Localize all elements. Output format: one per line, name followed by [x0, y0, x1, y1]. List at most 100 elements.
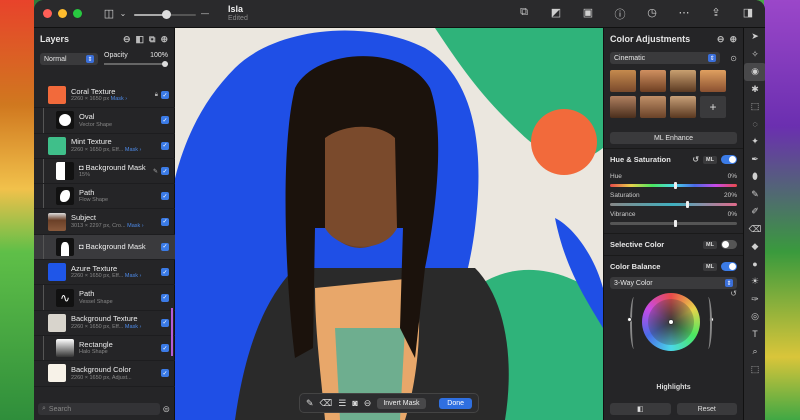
layer-path-vessel[interactable]: ∿ Path Vessel Shape ✓	[34, 285, 175, 311]
compare-button[interactable]: ◧	[610, 403, 671, 415]
vector-tool-icon[interactable]: ✑	[744, 291, 765, 309]
preset-thumb[interactable]	[700, 70, 726, 92]
chevron-down-icon[interactable]: ⌄	[118, 9, 128, 18]
ml-badge[interactable]: ML	[703, 240, 717, 249]
brush-tool-icon[interactable]: ✎	[744, 186, 765, 204]
layer-background-color[interactable]: Background Color 2260 × 1650 px, Adjust..…	[34, 361, 175, 387]
mask-link[interactable]: Mask ›	[125, 273, 142, 279]
add-preset-button[interactable]: +	[700, 96, 726, 118]
mask-link[interactable]: Mask ›	[125, 147, 142, 153]
zoom-tool-icon[interactable]: ⌕	[744, 343, 765, 361]
sidebar-toggle-icon[interactable]: ◫	[100, 7, 118, 20]
visibility-checkbox[interactable]: ✓	[161, 192, 169, 201]
visibility-checkbox[interactable]: ✓	[161, 141, 169, 150]
zoom-slider[interactable]	[134, 8, 196, 20]
pencil-tool-icon[interactable]: ✐	[744, 203, 765, 221]
more-icon[interactable]: ⊙	[730, 54, 737, 63]
light-tool-icon[interactable]: ☀	[744, 273, 765, 291]
mask-link[interactable]: Mask ›	[127, 223, 144, 229]
visibility-checkbox[interactable]: ✓	[161, 167, 169, 176]
share-icon[interactable]: ⇪	[707, 6, 725, 22]
ml-badge[interactable]: ML	[703, 262, 717, 271]
eyedropper-icon[interactable]: ✎	[153, 168, 158, 175]
crop-tool-icon[interactable]: ✧	[744, 46, 765, 64]
selective-color-toggle[interactable]	[721, 240, 737, 249]
close-button[interactable]	[43, 9, 52, 18]
visibility-checkbox[interactable]: ✓	[161, 116, 169, 125]
ml-badge[interactable]: ML	[703, 155, 717, 164]
saturation-slider[interactable]	[610, 201, 737, 208]
inspector-toggle-icon[interactable]: ◨	[739, 6, 757, 22]
preset-thumb[interactable]	[610, 70, 636, 92]
remove-layer-icon[interactable]: ⊖	[123, 34, 131, 45]
preset-select[interactable]: Cinematic ⇕	[610, 52, 721, 64]
visibility-checkbox[interactable]: ✓	[161, 91, 169, 100]
luminance-handle-left[interactable]	[627, 317, 632, 322]
history-icon[interactable]: ◷	[643, 6, 661, 22]
hue-slider[interactable]	[610, 182, 737, 189]
mask-view-icon[interactable]: ◙	[352, 398, 357, 408]
filter-icon[interactable]: ⊜	[162, 404, 170, 415]
preset-thumb[interactable]	[670, 70, 696, 92]
ml-enhance-button[interactable]: ML Enhance	[610, 132, 737, 144]
eraser-tool-icon[interactable]: ⌫	[744, 221, 765, 239]
layer-type-icon[interactable]: ◧	[136, 34, 145, 45]
blend-mode-select[interactable]: Normal ⇕	[40, 53, 98, 65]
visibility-checkbox[interactable]: ✓	[161, 369, 169, 378]
zoom-in-icon[interactable]: —	[196, 9, 214, 18]
preset-thumb[interactable]	[610, 96, 636, 118]
layer-coral-texture[interactable]: Coral Texture 2260 × 1650 px Mask › 🔒︎ ✓	[34, 83, 175, 109]
eraser-icon[interactable]: ⌫	[320, 398, 333, 409]
type-tool-icon[interactable]: T	[744, 326, 765, 344]
layer-mint-texture[interactable]: Mint Texture 2260 × 1650 px, Eff... Mask …	[34, 134, 175, 159]
minus-icon[interactable]: ⊖	[364, 398, 372, 409]
arrow-tool-icon[interactable]: ➤	[744, 28, 765, 46]
balance-mode-select[interactable]: 3-Way Color ⇕	[610, 277, 737, 289]
layer-search-input[interactable]: ⌕ Search	[38, 403, 160, 415]
select-tool-icon[interactable]: ⬚	[744, 98, 765, 116]
visibility-checkbox[interactable]: ✓	[161, 268, 169, 277]
layer-subject-background-mask[interactable]: ◘ Background Mask ✓	[34, 234, 175, 261]
layer-azure-texture[interactable]: Azure Texture 2260 × 1650 px, Eff... Mask…	[34, 260, 175, 286]
more-icon[interactable]: ⋯	[675, 6, 693, 22]
wheel-handle[interactable]	[668, 319, 674, 325]
paint-tool-icon[interactable]: ⬮	[744, 168, 765, 186]
visibility-checkbox[interactable]: ✓	[161, 293, 169, 302]
mask-link[interactable]: Mask ›	[111, 96, 128, 102]
lock-icon[interactable]: 🔒︎	[155, 92, 158, 99]
preset-thumb[interactable]	[640, 96, 666, 118]
quick-select-tool-icon[interactable]: ✦	[744, 133, 765, 151]
layer-subject[interactable]: Subject 3013 × 2297 px, Cro... Mask › ✓	[34, 209, 175, 235]
effects-tool-icon[interactable]: ✱	[744, 81, 765, 99]
layer-rectangle[interactable]: Rectangle Halo Shape ✓	[34, 335, 175, 362]
color-adjust-tool-icon[interactable]: ◉	[744, 63, 765, 81]
shape-tool-icon[interactable]: ◎	[744, 308, 765, 326]
invert-mask-button[interactable]: Invert Mask	[377, 397, 426, 409]
preset-thumb[interactable]	[670, 96, 696, 118]
preset-thumb[interactable]	[640, 70, 666, 92]
visibility-checkbox[interactable]: ✓	[161, 344, 169, 353]
adjust-icon[interactable]: ☰	[338, 398, 346, 409]
layer-path-flow[interactable]: Path Flow Shape ✓	[34, 184, 175, 210]
minimize-button[interactable]	[58, 9, 67, 18]
visibility-checkbox[interactable]: ✓	[161, 318, 169, 327]
layer-background-mask[interactable]: ◘ Background Mask 15% ✎ ✓	[34, 158, 175, 185]
color-balance-toggle[interactable]	[721, 262, 737, 271]
shadow-arc[interactable]	[630, 297, 638, 349]
canvas-tool-icon[interactable]: ⬚	[744, 361, 765, 379]
reset-button[interactable]: Reset	[676, 403, 737, 415]
duplicate-icon[interactable]: ⧉	[515, 6, 533, 22]
layer-oval[interactable]: Oval Vector Shape ✓	[34, 108, 175, 134]
pen-tool-icon[interactable]: ✒	[744, 151, 765, 169]
layer-background-texture[interactable]: Background Texture 2260 × 1650 px, Eff...…	[34, 311, 175, 336]
mask-link[interactable]: Mask ›	[125, 324, 142, 330]
info-icon[interactable]: ⓘ	[611, 6, 629, 22]
image-canvas[interactable]: ✎ ⌫ ☰ ◙ ⊖ Invert Mask Done	[175, 28, 603, 420]
vibrance-slider[interactable]	[610, 220, 737, 227]
visibility-checkbox[interactable]: ✓	[161, 242, 169, 251]
lasso-tool-icon[interactable]: ◌	[744, 116, 765, 134]
hue-saturation-toggle[interactable]	[721, 155, 737, 164]
remove-adjustment-icon[interactable]: ⊖	[717, 34, 725, 45]
fill-tool-icon[interactable]: ◆	[744, 238, 765, 256]
add-layer-icon[interactable]: ⊕	[160, 34, 168, 45]
